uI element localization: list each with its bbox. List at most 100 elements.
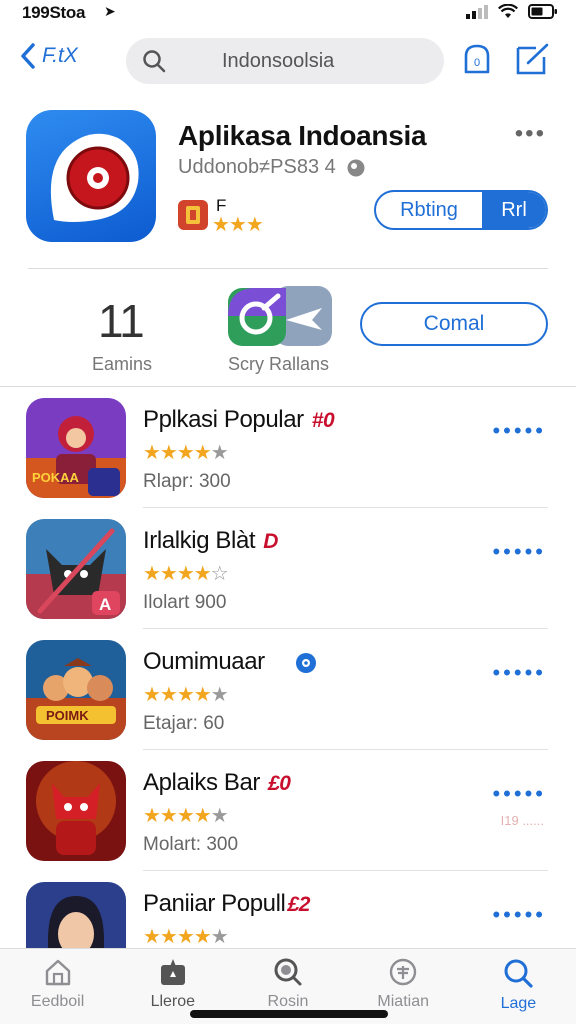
item-meta: Ilolart 900 xyxy=(143,592,227,613)
home-icon xyxy=(45,959,70,986)
item-badge: D xyxy=(263,530,278,553)
stars-dim: ★ xyxy=(210,442,229,464)
list-item[interactable]: POIMK Oumimuaar ★★★★★ Etajar: 60 ••••• xyxy=(0,630,576,750)
item-rating-stars: ★★★★★ xyxy=(143,924,229,949)
rating-button-label: Rbting xyxy=(400,198,458,221)
stars-full: ★★★★ xyxy=(143,926,212,948)
item-rating-stars: ★★★★★ xyxy=(143,803,229,828)
tab-page[interactable]: Lage xyxy=(461,949,576,1024)
item-title-text: Aplaiks Bar xyxy=(143,769,260,796)
notification-icon[interactable]: 0 xyxy=(460,42,494,76)
item-badge: £2 xyxy=(287,893,311,916)
stars-dim: ★ xyxy=(210,805,229,827)
item-title: Pplkasi Popular #0 xyxy=(143,406,335,434)
stars-dim: ★ xyxy=(210,684,229,706)
stars-full: ★★★★ xyxy=(143,684,212,706)
item-meta: Molart: 300 xyxy=(143,834,239,855)
svg-text:POIMK: POIMK xyxy=(46,708,89,723)
item-meta: Rlapr: 300 xyxy=(143,471,231,492)
back-button[interactable]: F.tX xyxy=(20,42,78,70)
item-meta: Etajar: 60 xyxy=(143,713,225,734)
item-more-button[interactable]: ••••• xyxy=(492,660,546,686)
divider xyxy=(143,870,548,871)
list-item[interactable]: POKAA Pplkasi Popular #0 ★★★★★ Rlapr: 300… xyxy=(0,388,576,508)
item-title: Paniiar Popull£2 xyxy=(143,890,310,918)
stars-dim: ☆ xyxy=(210,563,229,585)
rocket-icon xyxy=(160,959,185,985)
stars-full: ★★★★ xyxy=(143,805,212,827)
app-subtitle: Uddonob≠PS83 4 xyxy=(178,156,366,179)
item-title: Oumimuaar xyxy=(143,648,317,676)
app-header: Aplikasa Indoansia ••• Uddonob≠PS83 4 F … xyxy=(0,104,576,254)
status-bar: 199Stoa ➤ xyxy=(0,0,576,26)
app-title: Aplikasa Indoansia xyxy=(178,120,427,151)
list-item[interactable]: A Irlalkig Blàt D ★★★★☆ Ilolart 900 ••••• xyxy=(0,509,576,629)
item-badge: #0 xyxy=(311,409,335,432)
tab-home[interactable]: Eedboil xyxy=(0,949,115,1024)
search-value: Indonsoolsia xyxy=(222,49,335,72)
svg-text:A: A xyxy=(99,595,111,614)
svg-text:0: 0 xyxy=(474,57,480,69)
divider xyxy=(143,507,548,508)
list-item[interactable]: Aplaiks Bar £0 ★★★★★ Molart: 300 ••••• I1… xyxy=(0,751,576,871)
rating-button-action: Rrl xyxy=(482,192,546,228)
stats-row: 11 Eamins Scry Rallans Comal xyxy=(0,282,576,382)
stars-full: ★★★★ xyxy=(143,563,212,585)
share-app-icon xyxy=(228,286,332,346)
item-title: Aplaiks Bar £0 xyxy=(143,769,291,797)
tab-label: Rosin xyxy=(267,993,309,1010)
verified-gear-icon xyxy=(296,652,317,673)
item-more-button[interactable]: ••••• xyxy=(492,902,546,928)
item-title-text: Pplkasi Popular xyxy=(143,406,304,433)
back-label: F.tX xyxy=(42,44,78,67)
divider xyxy=(28,268,548,269)
game-icon-warrior: POKAA xyxy=(26,398,126,498)
stat-number: 11 xyxy=(98,295,145,347)
item-more-button[interactable]: ••••• xyxy=(492,781,546,807)
item-title: Irlalkig Blàt D xyxy=(143,527,278,555)
compose-icon[interactable] xyxy=(514,42,550,76)
divider xyxy=(143,628,548,629)
stat-label-secondary: Scry Rallans xyxy=(228,354,330,374)
stat-label: Eamins xyxy=(92,354,153,374)
tab-label: Miatian xyxy=(377,993,429,1010)
age-rating-badge xyxy=(178,200,208,230)
divider xyxy=(0,386,576,387)
item-more-button[interactable]: ••••• xyxy=(492,539,546,565)
tab-label: Lage xyxy=(500,995,537,1012)
badge-icon xyxy=(186,206,200,224)
divider xyxy=(143,749,548,750)
tab-label: Eedboil xyxy=(30,993,85,1010)
rating-button[interactable]: Rbting Rrl xyxy=(374,190,548,230)
search-icon xyxy=(143,50,166,73)
game-icon-red-ninja xyxy=(26,761,126,861)
status-icons xyxy=(466,4,558,19)
location-arrow-icon: ➤ xyxy=(104,3,116,19)
item-title-text: Irlalkig Blàt xyxy=(143,527,256,554)
search-input[interactable]: Indonsoolsia xyxy=(126,38,444,84)
svg-text:POKAA: POKAA xyxy=(32,470,80,485)
globe-icon xyxy=(347,159,365,176)
stars-dim: ★ xyxy=(210,926,229,948)
game-icon-heroes: POIMK xyxy=(26,640,126,740)
game-icon-dark-creature: A xyxy=(26,519,126,619)
record-target-icon xyxy=(50,133,139,222)
nav-bar: F.tX Indonsoolsia 0 xyxy=(0,34,576,88)
item-more-button[interactable]: ••••• xyxy=(492,418,546,444)
search-active-icon xyxy=(504,959,534,988)
status-time: 199Stoa xyxy=(22,3,86,22)
item-title-text: Paniiar Popull xyxy=(143,890,286,917)
signal-icon xyxy=(466,4,488,19)
item-rating-stars: ★★★★★ xyxy=(143,682,229,707)
watermark: I19 ...... xyxy=(500,813,544,828)
search-icon xyxy=(274,958,302,986)
battery-icon xyxy=(528,4,557,19)
tab-label: Lleroe xyxy=(150,993,196,1010)
home-indicator xyxy=(190,1010,388,1018)
item-rating-stars: ★★★★★ xyxy=(143,440,229,465)
more-options-button[interactable]: ••• xyxy=(515,120,546,148)
item-title-text: Oumimuaar xyxy=(143,648,265,675)
app-rating-stars: ★★★ xyxy=(212,214,264,236)
stars-full: ★★★★ xyxy=(143,442,212,464)
comal-button[interactable]: Comal xyxy=(360,302,548,346)
